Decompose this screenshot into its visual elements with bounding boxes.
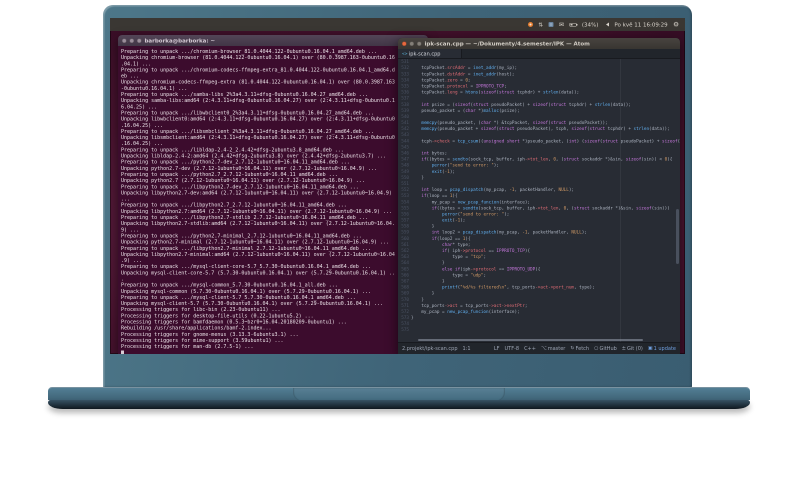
terminal-maximize-button[interactable]: [137, 38, 142, 43]
terminal-line: Unpacking libsmbclient:amd64 (2:4.3.11+d…: [121, 135, 395, 141]
status-bar: 2.projekt/ipk-scan.cpp 1:1 LF UTF-8 C++ …: [398, 342, 680, 354]
atom-window-title: ipk-scan.cpp — ~/Dokumenty/4.semester/IP…: [424, 40, 590, 47]
code-editor[interactable]: 530 tcph->urg_ptr = 0;531532 tcpPacket.s…: [398, 59, 680, 342]
status-cursor-position[interactable]: 1:1: [462, 346, 470, 352]
clock[interactable]: Po kvě 11 16:09:29: [614, 21, 667, 28]
battery-percentage: (34%): [581, 21, 599, 28]
horizontal-scrollbar[interactable]: [418, 339, 643, 341]
terminal-line: Unpacking libpython2.7-minimal:amd64 (2.…: [121, 251, 395, 258]
cpp-file-icon: <>: [402, 51, 408, 57]
wrap-guide: [620, 59, 621, 342]
terminal-cursor-line: [121, 350, 425, 354]
code-line: 575: [398, 327, 680, 333]
fetch-icon: ↻: [570, 345, 575, 351]
laptop-lid: ⇅ ✉ (34%) Po kvě 11 16:09:29 ⚙ barborka@…: [103, 5, 692, 388]
terminal-line: Unpacking chromium-codecs-ffmpeg-extra (…: [121, 79, 395, 86]
status-git-branch[interactable]: ⌥ master: [541, 346, 565, 352]
atom-titlebar[interactable]: ipk-scan.cpp — ~/Dokumenty/4.semester/IP…: [398, 38, 680, 49]
mail-indicator-icon[interactable]: ✉: [559, 22, 564, 28]
terminal-line: Unpacking libwbclient0:amd64 (2:4.3.11+d…: [121, 116, 395, 123]
terminal-titlebar[interactable]: barborka@barborka: ~: [118, 35, 428, 46]
session-gear-icon[interactable]: ⚙: [673, 21, 679, 28]
status-git-changes[interactable]: ± Git (0): [622, 346, 643, 352]
branch-icon: ⌥: [540, 345, 547, 351]
keyboard-indicator-icon[interactable]: [548, 22, 554, 27]
terminal-line: Unpacking mysql-client-core-5.7 (5.7.30-…: [121, 270, 395, 276]
line-number: 575: [401, 327, 409, 333]
atom-maximize-button[interactable]: [417, 41, 422, 46]
status-fetch[interactable]: ↻ Fetch: [570, 346, 589, 352]
terminal-line: Unpacking samba-libs:amd64 (2:4.3.11+dfs…: [121, 98, 395, 104]
laptop-base: [48, 387, 750, 401]
status-encoding[interactable]: UTF-8: [504, 346, 519, 352]
atom-minimize-button[interactable]: [409, 41, 414, 46]
atom-close-button[interactable]: [402, 41, 407, 46]
package-update-icon: ▣: [647, 345, 653, 351]
status-grammar[interactable]: C++: [524, 346, 536, 352]
volume-icon[interactable]: [604, 22, 609, 27]
git-diff-icon: ±: [621, 345, 626, 351]
code-line: 544 tcph->check = tcp_csum((unsigned sho…: [398, 138, 680, 144]
status-updates[interactable]: ▣ 1 update: [648, 346, 676, 352]
terminal-line: Unpacking python2.7-minimal (2.7.12-1ubu…: [121, 239, 389, 246]
vertical-scrollbar[interactable]: [676, 209, 679, 264]
screen-desktop: ⇅ ✉ (34%) Po kvě 11 16:09:29 ⚙ barborka@…: [110, 18, 685, 354]
terminal-output[interactable]: Preparing to unpack .../chromium-browser…: [118, 46, 428, 354]
terminal-minimize-button[interactable]: [129, 38, 134, 43]
terminal-line: Unpacking libpython2.7-dev:amd64 (2.7.12…: [121, 190, 392, 196]
tab-ipk-scan[interactable]: <> ipk-scan.cpp: [398, 49, 462, 58]
terminal-window: barborka@barborka: ~ Preparing to unpack…: [118, 35, 428, 354]
tab-label: ipk-scan.cpp: [408, 51, 441, 57]
status-file-path[interactable]: 2.projekt/ipk-scan.cpp: [402, 346, 457, 352]
update-indicator-icon[interactable]: [527, 22, 533, 27]
terminal-cursor: [121, 350, 124, 354]
terminal-line: Unpacking libpython2.7-stdlib:amd64 (2.7…: [121, 221, 395, 227]
status-line-ending[interactable]: LF: [494, 346, 500, 352]
ubuntu-top-panel: ⇅ ✉ (34%) Po kvě 11 16:09:29 ⚙: [110, 18, 685, 31]
terminal-line: Preparing to unpack .../chromium-codecs-…: [121, 67, 395, 73]
laptop-base-edge: [48, 400, 750, 409]
github-icon: ○: [594, 345, 599, 351]
terminal-line: Unpacking chromium-browser (81.0.4044.12…: [121, 55, 395, 61]
tab-bar: <> ipk-scan.cpp: [398, 49, 680, 59]
terminal-title: barborka@barborka: ~: [144, 37, 216, 44]
network-indicator-icon[interactable]: ⇅: [538, 22, 543, 28]
battery-icon[interactable]: [569, 22, 578, 27]
code-line: 542 memcpy(pseudo_packet + sizeof(struct…: [398, 126, 680, 132]
status-github[interactable]: ○ GitHub: [594, 346, 617, 352]
terminal-close-button[interactable]: [122, 38, 127, 43]
atom-window: ipk-scan.cpp — ~/Dokumenty/4.semester/IP…: [398, 38, 680, 354]
